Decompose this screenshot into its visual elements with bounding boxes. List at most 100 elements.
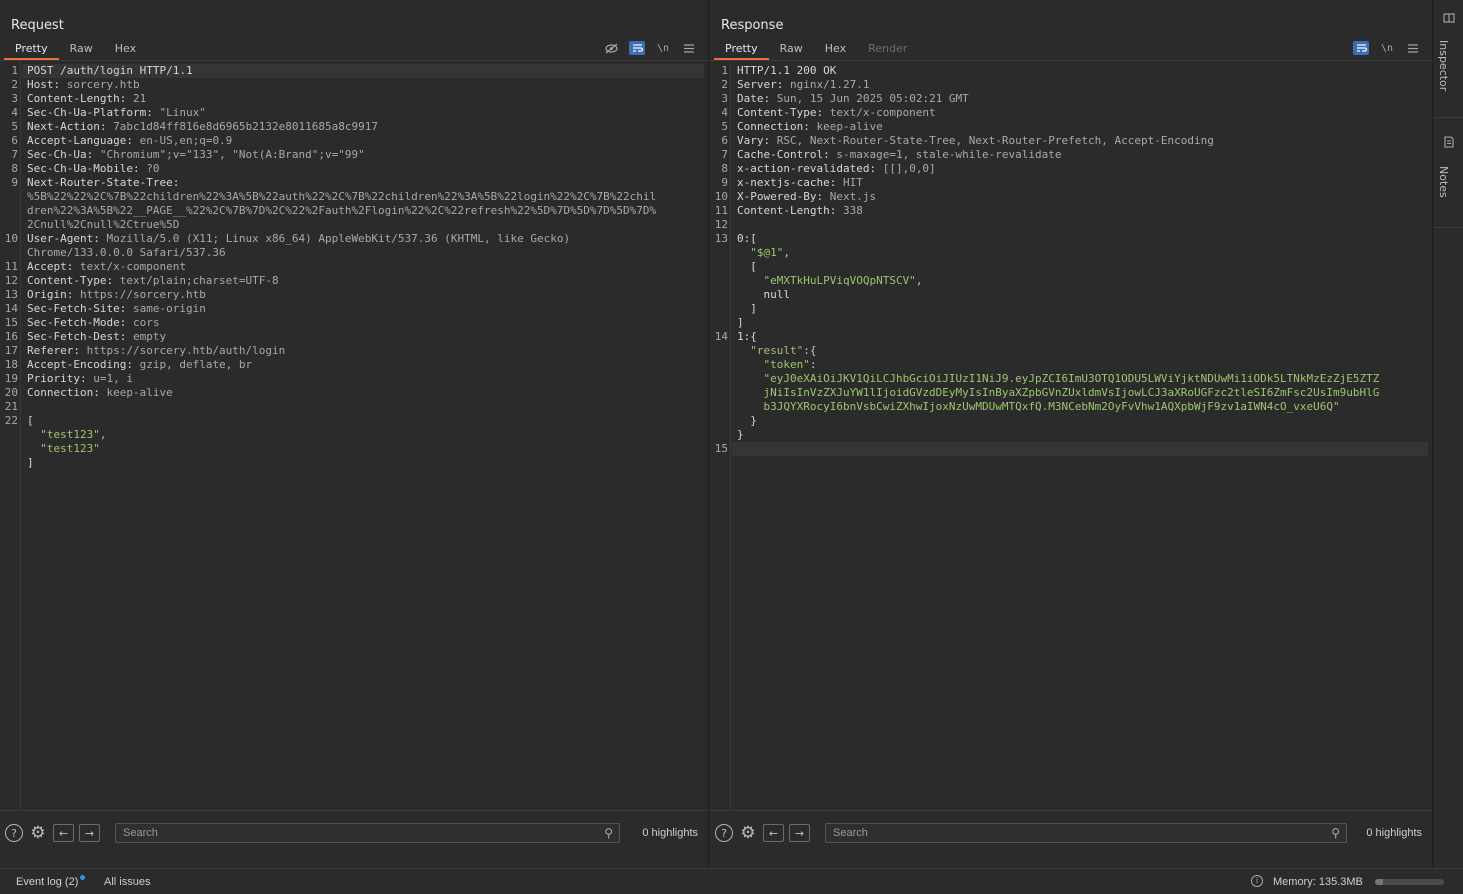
code-line: 6 Vary: RSC, Next-Router-State-Tree, Next…: [721, 134, 1428, 148]
request-search-input[interactable]: [116, 824, 619, 842]
response-tab-pretty[interactable]: Pretty: [714, 39, 769, 60]
line-key: Content-Length:: [27, 92, 127, 105]
menu-icon[interactable]: [681, 41, 697, 55]
line-number: 22: [4, 414, 18, 427]
gear-icon[interactable]: ⚙: [738, 823, 758, 843]
notes-label: Notes: [1437, 166, 1450, 198]
request-tab-hex[interactable]: Hex: [104, 39, 147, 60]
line-text: X-Powered-By: Next.js: [732, 190, 876, 203]
line-text: Content-Type: text/plain;charset=UTF-8: [22, 274, 279, 287]
request-tab-pretty[interactable]: Pretty: [4, 39, 59, 60]
event-log-link[interactable]: Event log (2): [16, 875, 86, 888]
code-line: Chrome/133.0.0.0 Safari/537.36: [22, 246, 704, 260]
line-text: Accept: text/x-component: [22, 260, 186, 273]
wrap-icon[interactable]: [629, 41, 645, 55]
line-key: Accept-Encoding:: [27, 358, 133, 371]
code-line: "$@1",: [732, 246, 1428, 260]
search-icon[interactable]: ⚲: [1331, 826, 1340, 840]
all-issues-link[interactable]: All issues: [104, 876, 150, 888]
eye-off-icon[interactable]: [603, 41, 619, 55]
line-number: 19: [4, 372, 18, 385]
code-line: 8 x-action-revalidated: [[],0,0]: [721, 162, 1428, 176]
wrap-icon[interactable]: [1353, 41, 1369, 55]
line-key: Accept-Language:: [27, 134, 133, 147]
code-line: "test123",: [22, 428, 704, 442]
code-line: 14 1:{: [715, 330, 1428, 344]
line-key: Cache-Control:: [737, 148, 830, 161]
line-value: nginx/1.27.1: [783, 78, 870, 91]
line-value: text/x-component: [823, 106, 936, 119]
previous-match-button[interactable]: ←: [763, 824, 784, 842]
line-value: https://sorcery.htb/auth/login: [79, 344, 286, 357]
line-text: 0:[: [732, 232, 757, 245]
line-number: 18: [4, 358, 18, 371]
response-tab-raw[interactable]: Raw: [769, 39, 814, 60]
line-text: ]: [22, 456, 34, 469]
line-text: "eyJ0eXAiOiJKV1QiLCJhbGciOiJIUzI1NiJ9.ey…: [732, 372, 1379, 385]
request-editor[interactable]: 1 POST /auth/login HTTP/1.1 2 Host: sorcery…: [0, 61, 708, 810]
code-line: }: [732, 414, 1428, 428]
line-key: Sec-Fetch-Site:: [27, 302, 127, 315]
line-key: Next-Router-State-Tree:: [27, 176, 180, 189]
line-key: Host:: [27, 78, 61, 91]
help-icon[interactable]: ?: [5, 824, 23, 842]
line-number: 2: [11, 78, 18, 91]
line-text: Cache-Control: s-maxage=1, stale-while-r…: [732, 148, 1062, 161]
response-editor[interactable]: 1 HTTP/1.1 200 OK 2 Server: nginx/1.27.1 3 Da…: [710, 61, 1432, 810]
help-icon[interactable]: ?: [715, 824, 733, 842]
line-text: "eMXTkHuLPViqVOQpNTSCV",: [732, 274, 922, 287]
line-text: Server: nginx/1.27.1: [732, 78, 869, 91]
line-key: Vary:: [737, 134, 771, 147]
code-line: 9 x-nextjs-cache: HIT: [721, 176, 1428, 190]
response-code[interactable]: 1 HTTP/1.1 200 OK 2 Server: nginx/1.27.1 3 Da…: [715, 64, 1428, 456]
line-number: 10: [4, 232, 18, 245]
search-icon[interactable]: ⚲: [604, 826, 613, 840]
response-search-box: ⚲: [825, 823, 1347, 843]
line-number: 2: [721, 78, 728, 91]
menu-icon[interactable]: [1405, 41, 1421, 55]
line-text: Host: sorcery.htb: [22, 78, 140, 91]
line-punct: :{: [803, 344, 817, 357]
line-text: Chrome/133.0.0.0 Safari/537.36: [22, 246, 226, 259]
next-match-button[interactable]: →: [79, 824, 100, 842]
code-line: }: [732, 428, 1428, 442]
notes-tab[interactable]: Notes: [1434, 118, 1463, 228]
line-value: s-maxage=1, stale-while-revalidate: [829, 148, 1062, 161]
line-key: Next-Action:: [27, 120, 107, 133]
code-line: jNiIsInVzZXJuYW1lIjoidGVzdDEyMyIsInByaXZ…: [732, 386, 1428, 400]
response-search-input[interactable]: [826, 824, 1346, 842]
code-line: 7 Cache-Control: s-maxage=1, stale-while-…: [721, 148, 1428, 162]
line-string: jNiIsInVzZXJuYW1lIjoidGVzdDEyMyIsInByaXZ…: [737, 386, 1380, 399]
request-code[interactable]: 1 POST /auth/login HTTP/1.1 2 Host: sorcery…: [5, 64, 704, 470]
newline-toggle-icon[interactable]: \n: [655, 41, 671, 55]
line-text: Next-Action: 7abc1d84ff816e8d6965b2132e8…: [22, 120, 378, 133]
code-line: [: [732, 260, 1428, 274]
line-string: b3JQYXRocyI6bnVsbCwiZXhwIjoxNzUwMDUwMTQx…: [737, 400, 1340, 413]
newline-toggle-icon[interactable]: \n: [1379, 41, 1395, 55]
line-text: HTTP/1.1 200 OK: [732, 64, 836, 77]
gear-icon[interactable]: ⚙: [28, 823, 48, 843]
response-tab-hex[interactable]: Hex: [814, 39, 857, 60]
line-text: Sec-Fetch-Mode: cors: [22, 316, 159, 329]
line-text: }: [732, 428, 744, 441]
previous-match-button[interactable]: ←: [53, 824, 74, 842]
line-value: RSC, Next-Router-State-Tree, Next-Router…: [770, 134, 1214, 147]
next-match-button[interactable]: →: [789, 824, 810, 842]
inspector-tab[interactable]: Inspector: [1434, 0, 1463, 118]
code-line: 16 Sec-Fetch-Dest: empty: [5, 330, 704, 344]
code-line: 14 Sec-Fetch-Site: same-origin: [5, 302, 704, 316]
request-tab-raw[interactable]: Raw: [59, 39, 104, 60]
line-text: null: [732, 288, 790, 301]
line-number: 11: [4, 260, 18, 273]
line-key: 0:[: [737, 232, 757, 245]
line-number: 1: [11, 64, 18, 77]
code-line: ]: [732, 302, 1428, 316]
line-number: 4: [721, 106, 728, 119]
response-tab-render[interactable]: Render: [857, 39, 918, 60]
line-text: Sec-Ch-Ua-Platform: "Linux": [22, 106, 206, 119]
code-line: "test123": [22, 442, 704, 456]
line-number: 16: [4, 330, 18, 343]
code-line: 11 Content-Length: 338: [715, 204, 1428, 218]
line-text: "token":: [732, 358, 816, 371]
code-line: 17 Referer: https://sorcery.htb/auth/logi…: [5, 344, 704, 358]
